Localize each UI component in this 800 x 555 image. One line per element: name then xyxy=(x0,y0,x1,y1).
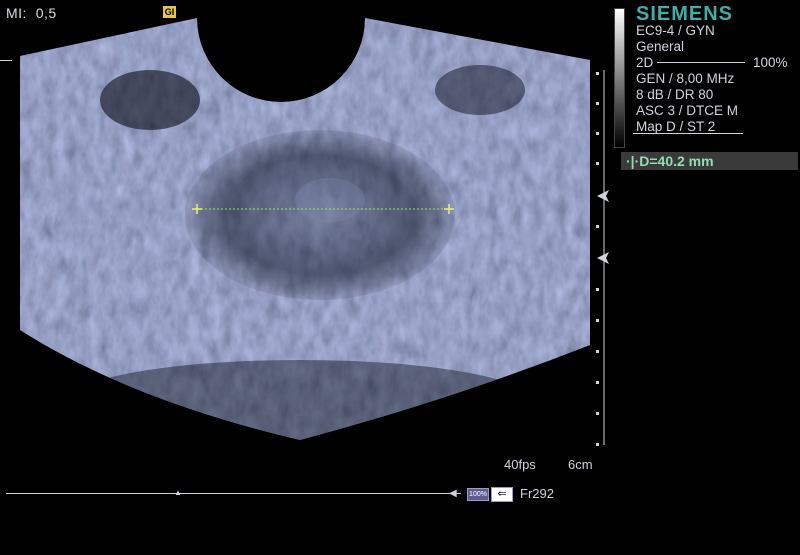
gi-badge: GI xyxy=(163,6,176,18)
frame-rate: 40fps xyxy=(504,457,536,472)
frame-number: Fr292 xyxy=(520,486,554,501)
depth-value: 6cm xyxy=(568,457,593,472)
arrow-left-icon: ⇐ xyxy=(497,488,507,500)
distance-measurement: ·|·D=40.2 mm xyxy=(626,153,714,169)
frequency-label: GEN / 8,00 MHz xyxy=(636,71,735,86)
panel-divider xyxy=(633,133,743,134)
back-button[interactable]: ⇐ xyxy=(491,487,513,502)
gain-line xyxy=(657,62,745,63)
asc-label: ASC 3 / DTCE M xyxy=(636,103,739,118)
cine-end-icon: ◀ xyxy=(449,488,457,499)
cine-scrollbar[interactable] xyxy=(6,493,461,494)
dynamic-range-label: 8 dB / DR 80 xyxy=(636,87,714,102)
zoom-100-button[interactable]: 100% xyxy=(467,488,489,501)
grayscale-bar xyxy=(614,8,625,148)
cine-position-marker[interactable]: ▲ xyxy=(174,488,182,497)
mode-label: 2D xyxy=(636,55,654,70)
caliper-icon: ·|· xyxy=(626,153,640,169)
depth-tick xyxy=(0,60,12,61)
ultrasound-image[interactable] xyxy=(0,0,610,460)
preset-label: General xyxy=(636,39,685,54)
mechanical-index: MI: 0,5 xyxy=(6,5,57,21)
gain-label: 100% xyxy=(753,55,788,70)
probe-label: EC9-4 / GYN xyxy=(636,23,715,38)
